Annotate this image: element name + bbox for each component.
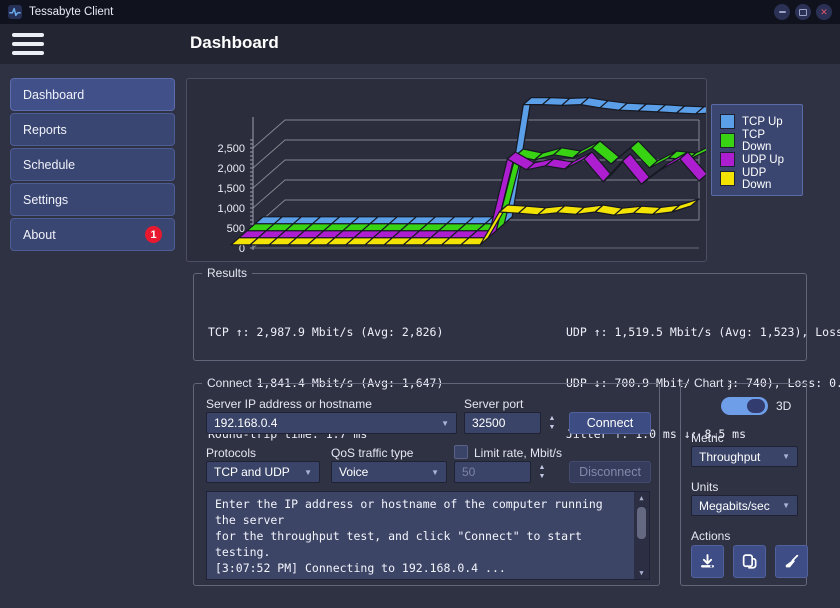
app-logo-icon	[8, 5, 22, 19]
legend-swatch	[720, 133, 735, 148]
sidebar-item-dashboard[interactable]: Dashboard	[10, 78, 175, 111]
window-controls: ✕	[774, 4, 832, 20]
sidebar-item-about[interactable]: About 1	[10, 218, 175, 251]
scroll-down-icon[interactable]: ▼	[639, 569, 643, 577]
3d-toggle[interactable]	[721, 397, 768, 415]
log-line: [3:07:52 PM] Performing tests. Click "Di…	[215, 576, 627, 580]
sidebar-item-settings[interactable]: Settings	[10, 183, 175, 216]
chevron-down-icon: ▼	[441, 419, 449, 428]
metric-label: Metric	[691, 431, 724, 445]
legend-label: UDP Up	[742, 154, 784, 166]
results-group: Results TCP ↑: 2,987.9 Mbit/s (Avg: 2,82…	[193, 273, 807, 361]
legend-item: UDP Down	[720, 169, 794, 188]
sidebar: Dashboard Reports Schedule Settings Abou…	[10, 78, 175, 251]
qos-label: QoS traffic type	[331, 446, 413, 460]
3d-toggle-label: 3D	[776, 399, 791, 413]
legend-item: TCP Down	[720, 131, 794, 150]
limit-rate-stepper[interactable]: ▲▼	[535, 461, 549, 483]
svg-text:2,500: 2,500	[217, 143, 245, 155]
server-ip-label: Server IP address or hostname	[206, 397, 372, 411]
server-ip-combobox[interactable]: 192.168.0.4 ▼	[206, 412, 457, 434]
toggle-knob	[747, 399, 765, 413]
download-icon	[699, 553, 716, 570]
qos-combobox[interactable]: Voice ▼	[331, 461, 447, 483]
minimize-icon[interactable]	[774, 4, 790, 20]
legend-swatch	[720, 114, 735, 129]
log-line: Enter the IP address or hostname of the …	[215, 496, 627, 528]
legend-label: TCP Up	[742, 116, 783, 128]
protocols-combobox[interactable]: TCP and UDP ▼	[206, 461, 320, 483]
sidebar-item-reports[interactable]: Reports	[10, 113, 175, 146]
protocols-label: Protocols	[206, 446, 256, 460]
log-line: for the throughput test, and click "Conn…	[215, 528, 627, 560]
chevron-down-icon: ▼	[782, 452, 790, 461]
log-output[interactable]: Enter the IP address or hostname of the …	[206, 491, 650, 580]
units-label: Units	[691, 480, 718, 494]
chevron-down-icon: ▼	[304, 468, 312, 477]
log-scrollbar[interactable]: ▲ ▼	[634, 492, 649, 579]
chart-legend: TCP UpTCP DownUDP UpUDP Down	[711, 104, 803, 196]
chevron-down-icon: ▼	[431, 468, 439, 477]
chart-canvas: 05001,0001,5002,0002,500	[187, 79, 706, 261]
header: Dashboard	[0, 24, 840, 64]
units-combobox[interactable]: Megabits/sec ▼	[691, 495, 798, 516]
legend-swatch	[720, 171, 735, 186]
legend-label: TCP Down	[742, 129, 794, 153]
legend-label: UDP Down	[742, 167, 794, 191]
connect-group: Connect Server IP address or hostname 19…	[193, 383, 660, 586]
disconnect-button: Disconnect	[569, 461, 651, 483]
server-port-input[interactable]: 32500	[464, 412, 541, 434]
limit-rate-input: 50	[454, 461, 531, 483]
connect-button[interactable]: Connect	[569, 412, 651, 434]
app-window: Tessabyte Client ✕ Dashboard Dashboard R…	[0, 0, 840, 608]
clear-log-button[interactable]	[775, 545, 808, 578]
save-results-button[interactable]	[691, 545, 724, 578]
limit-rate-label: Limit rate, Mbit/s	[474, 446, 562, 460]
copy-results-button[interactable]	[733, 545, 766, 578]
server-port-stepper[interactable]: ▲▼	[545, 412, 559, 434]
notification-badge: 1	[145, 226, 162, 243]
log-line: [3:07:52 PM] Connecting to 192.168.0.4 .…	[215, 560, 627, 576]
server-port-label: Server port	[464, 397, 523, 411]
results-group-label: Results	[202, 266, 252, 281]
broom-icon	[783, 553, 800, 570]
maximize-icon[interactable]	[795, 4, 811, 20]
connect-group-label: Connect	[202, 376, 257, 391]
close-icon[interactable]: ✕	[816, 4, 832, 20]
legend-swatch	[720, 152, 735, 167]
page-title: Dashboard	[190, 33, 279, 53]
chart-group-label: Chart	[689, 376, 728, 391]
titlebar: Tessabyte Client ✕	[0, 0, 840, 24]
svg-text:1,000: 1,000	[217, 203, 245, 215]
menu-icon[interactable]	[12, 33, 44, 55]
chevron-down-icon: ▼	[782, 501, 790, 510]
chart-options-group: Chart 3D Metric Throughput ▼ Units Megab…	[680, 383, 807, 586]
svg-text:2,000: 2,000	[217, 163, 245, 175]
copy-icon	[741, 553, 758, 570]
limit-rate-checkbox[interactable]	[454, 445, 468, 459]
sidebar-item-schedule[interactable]: Schedule	[10, 148, 175, 181]
svg-text:500: 500	[227, 223, 245, 235]
metric-combobox[interactable]: Throughput ▼	[691, 446, 798, 467]
actions-label: Actions	[691, 529, 730, 543]
svg-text:1,500: 1,500	[217, 183, 245, 195]
throughput-chart: 05001,0001,5002,0002,500	[186, 78, 707, 262]
main-area: Dashboard Reports Schedule Settings Abou…	[0, 64, 840, 608]
result-tcp-up: TCP ↑: 2,987.9 Mbit/s (Avg: 2,826)	[208, 324, 443, 341]
scroll-up-icon[interactable]: ▲	[639, 494, 643, 502]
result-udp-up: UDP ↑: 1,519.5 Mbit/s (Avg: 1,523), Loss…	[566, 324, 840, 341]
app-title: Tessabyte Client	[29, 6, 113, 18]
scrollbar-thumb[interactable]	[637, 507, 646, 539]
